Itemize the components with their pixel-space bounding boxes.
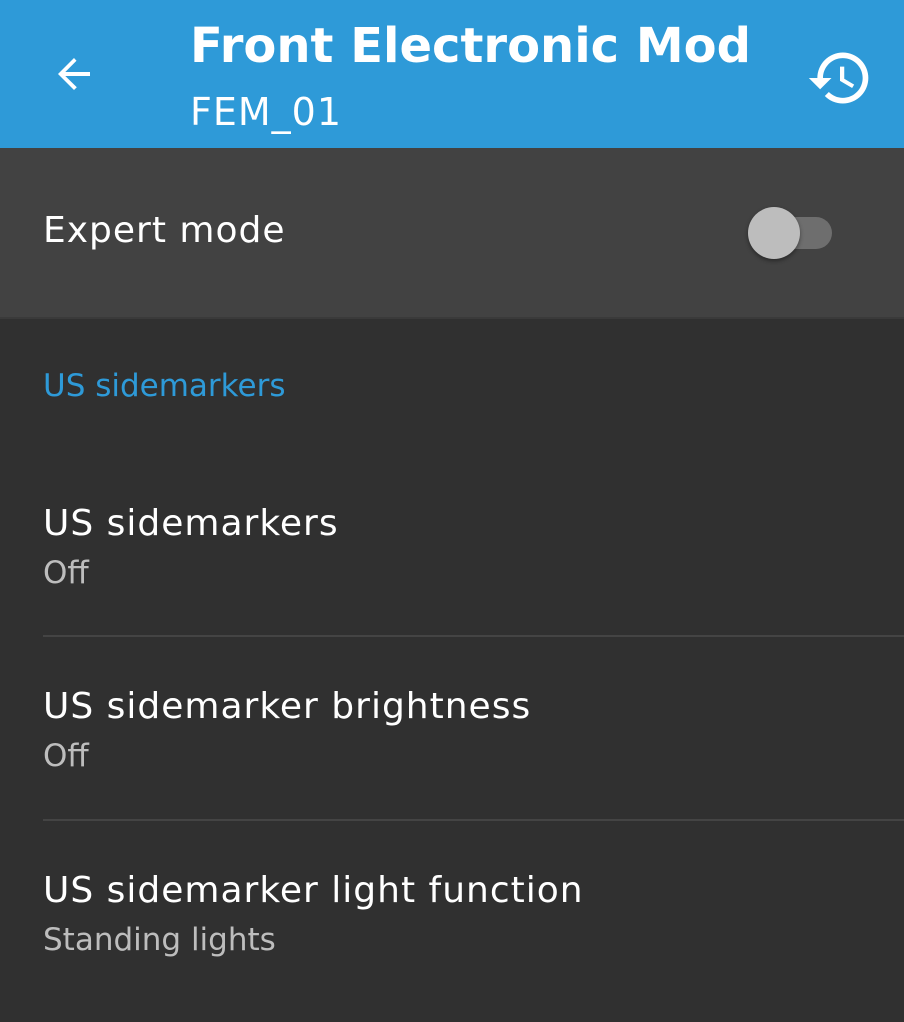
- pref-summary: Off: [43, 555, 89, 591]
- pref-title: US sidemarker light function: [43, 870, 584, 911]
- page-title: Front Electronic Mod...: [190, 18, 750, 74]
- history-button[interactable]: [802, 40, 878, 116]
- expert-mode-label: Expert mode: [43, 210, 286, 251]
- back-button[interactable]: [40, 40, 108, 108]
- pref-item-us-sidemarkers[interactable]: US sidemarkers Off: [0, 455, 904, 637]
- expert-mode-row[interactable]: Expert mode: [0, 148, 904, 319]
- pref-item-us-sidemarker-light-function[interactable]: US sidemarker light function Standing li…: [0, 822, 904, 1004]
- settings-screen: Front Electronic Mod... FEM_01 Expert mo…: [0, 0, 904, 1022]
- pref-title: US sidemarker brightness: [43, 686, 532, 727]
- expert-mode-switch[interactable]: [748, 207, 834, 259]
- section-header: US sidemarkers: [43, 368, 286, 404]
- page-subtitle: FEM_01: [190, 90, 343, 134]
- app-bar: Front Electronic Mod... FEM_01: [0, 0, 904, 148]
- divider: [43, 819, 904, 821]
- arrow-left-icon: [58, 58, 90, 90]
- pref-summary: Standing lights: [43, 922, 276, 958]
- pref-summary: Off: [43, 738, 89, 774]
- pref-item-us-sidemarker-brightness[interactable]: US sidemarker brightness Off: [0, 638, 904, 820]
- divider: [43, 635, 904, 637]
- switch-thumb: [748, 207, 800, 259]
- history-icon: [808, 52, 869, 104]
- pref-title: US sidemarkers: [43, 503, 339, 544]
